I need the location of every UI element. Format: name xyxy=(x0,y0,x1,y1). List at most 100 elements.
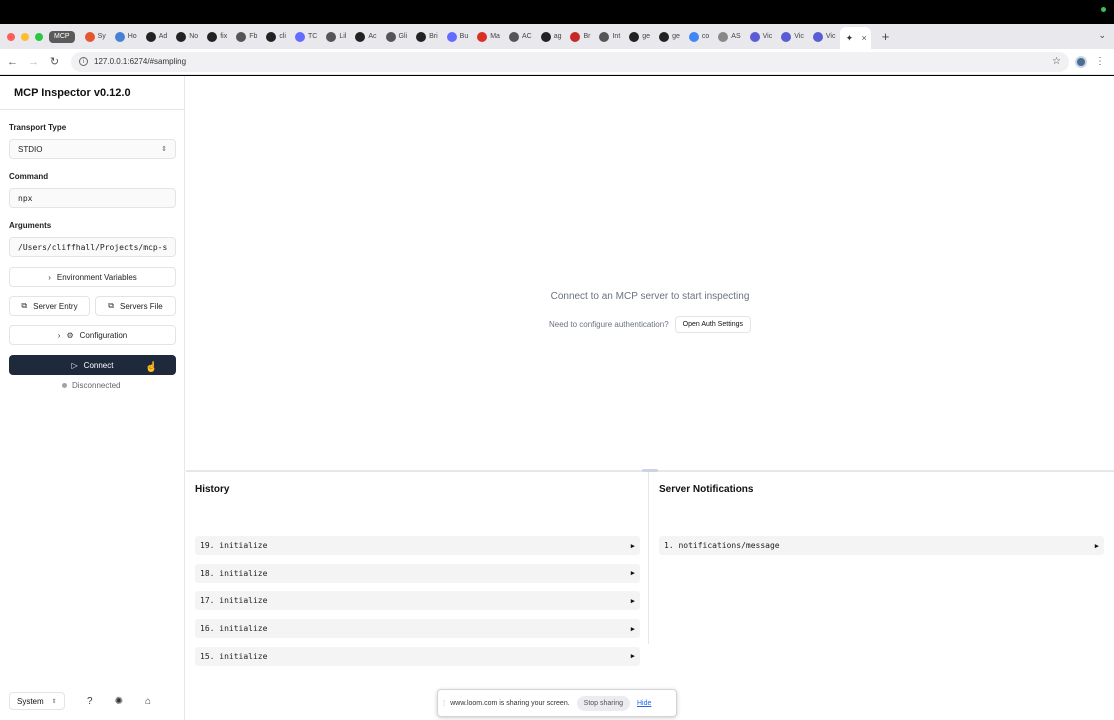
tab-menu-icon[interactable]: ⌄ xyxy=(1098,30,1106,41)
copy-icon: ⧉ xyxy=(21,301,28,310)
browser-tab[interactable]: co xyxy=(685,28,713,46)
screen-share-banner: ⁞ www.loom.com is sharing your screen. S… xyxy=(437,689,677,717)
browser-tab[interactable]: Ma xyxy=(473,28,504,46)
auth-prompt: Need to configure authentication? xyxy=(549,320,669,329)
history-item-label: 19. initialize xyxy=(200,541,268,550)
history-item[interactable]: 19. initialize ▶ xyxy=(195,536,640,555)
browser-tab[interactable]: Vic xyxy=(809,28,840,46)
command-input[interactable]: npx xyxy=(9,188,176,208)
bookmark-star-icon[interactable]: ☆ xyxy=(1052,56,1061,67)
github-icon[interactable]: ⌂ xyxy=(145,696,151,707)
vite-icon xyxy=(446,31,457,42)
reload-icon[interactable]: ↻ xyxy=(44,55,65,68)
site-info-icon[interactable]: i xyxy=(79,57,88,66)
chevron-right-icon: › xyxy=(57,330,61,340)
forward-icon[interactable]: → xyxy=(23,56,44,68)
browser-tab[interactable]: Bri xyxy=(412,28,442,46)
arguments-label: Arguments xyxy=(9,221,52,230)
browser-tab[interactable]: No xyxy=(172,28,202,46)
gear-icon: ⚙ xyxy=(66,330,74,340)
server-entry-button[interactable]: ⧉ Server Entry xyxy=(9,296,90,316)
theme-select[interactable]: System ⇕ xyxy=(9,692,65,710)
globe-icon: ✦ xyxy=(844,32,855,43)
browser-tab[interactable]: AS xyxy=(714,28,744,46)
browser-tab[interactable]: Lil xyxy=(322,28,350,46)
browser-tab-label: AC xyxy=(521,33,532,40)
url-input[interactable]: i 127.0.0.1:6274/#sampling ☆ xyxy=(71,51,1069,72)
github-icon xyxy=(659,31,670,42)
transport-type-select[interactable]: STDIO ⇕ xyxy=(9,139,176,159)
bug-icon[interactable]: ✺ xyxy=(115,696,123,707)
history-panel: History 19. initialize ▶ 18. initialize ▶ 17… xyxy=(186,472,649,666)
server-notifications-panel: Server Notifications 1. notifications/me… xyxy=(650,472,1114,644)
sidebar-footer: System ⇕ ? ✺ ⌂ xyxy=(9,691,169,711)
command-label: Command xyxy=(9,172,49,181)
back-icon[interactable]: ← xyxy=(2,56,23,68)
browser-tab[interactable]: Int xyxy=(595,28,624,46)
history-item[interactable]: 18. initialize ▶ xyxy=(195,563,640,583)
history-item[interactable]: 17. initialize ▶ xyxy=(195,591,640,611)
browser-tab-label: Ho xyxy=(127,33,137,40)
history-item[interactable]: 15. initialize ▶ xyxy=(195,646,640,666)
expand-arrow-icon: ▶ xyxy=(630,569,635,578)
browser-tab[interactable]: Ad xyxy=(142,28,172,46)
hide-link[interactable]: Hide xyxy=(637,700,651,707)
browser-tab-label: Fb xyxy=(249,33,258,40)
environment-variables-button[interactable]: › Environment Variables xyxy=(9,267,176,287)
pin-icon xyxy=(599,31,610,42)
browser-tab[interactable]: ge xyxy=(625,28,654,46)
pinned-tab-mcp[interactable]: MCP xyxy=(49,30,75,43)
github-icon xyxy=(145,31,156,42)
profile-avatar[interactable] xyxy=(1075,55,1087,68)
browser-tab[interactable]: Gli xyxy=(382,28,412,46)
arguments-value: /Users/cliffhall/Projects/mcp-s xyxy=(18,242,168,252)
browser-tab[interactable]: Ac xyxy=(351,28,380,46)
browser-tab[interactable]: TC xyxy=(291,28,321,46)
open-auth-settings-button[interactable]: Open Auth Settings xyxy=(674,316,751,333)
new-tab-icon[interactable]: + xyxy=(882,29,890,44)
close-window-icon[interactable] xyxy=(7,32,15,41)
arguments-input[interactable]: /Users/cliffhall/Projects/mcp-s xyxy=(9,237,176,257)
browser-tab[interactable]: ag xyxy=(537,28,566,46)
github-icon xyxy=(266,31,277,42)
browser-tab[interactable]: Vic xyxy=(777,28,808,46)
maximize-window-icon[interactable] xyxy=(35,32,43,41)
history-title: History xyxy=(195,484,230,495)
history-item-label: 17. initialize xyxy=(200,596,268,606)
expand-arrow-icon: ▶ xyxy=(630,596,635,605)
url-text: 127.0.0.1:6274/#sampling xyxy=(94,57,187,66)
tab-active[interactable]: ✦ × xyxy=(840,27,871,49)
connection-status: Disconnected xyxy=(62,381,120,390)
browser-tab[interactable]: cli xyxy=(262,28,290,46)
browser-tab[interactable]: Fb xyxy=(232,28,261,46)
browser-tab[interactable]: AC xyxy=(505,28,536,46)
browser-tab[interactable]: Vic xyxy=(746,28,777,46)
github-icon xyxy=(176,31,187,42)
close-tab-icon[interactable]: × xyxy=(861,33,866,43)
browser-tab[interactable]: ge xyxy=(655,28,684,46)
browser-menu-icon[interactable]: ⋮ xyxy=(1095,56,1105,67)
servers-file-button[interactable]: ⧉ Servers File xyxy=(95,296,176,316)
browser-tab[interactable]: fix xyxy=(203,28,231,46)
browser-tab-label: Vic xyxy=(794,33,804,40)
stop-sharing-button[interactable]: Stop sharing xyxy=(576,695,630,711)
history-item[interactable]: 16. initialize ▶ xyxy=(195,619,640,639)
configuration-button[interactable]: › ⚙ Configuration xyxy=(9,325,176,345)
browser-tab[interactable]: Br xyxy=(566,28,594,46)
connect-label: Connect xyxy=(83,360,114,370)
history-item-label: 18. initialize xyxy=(200,568,268,578)
browser-tab[interactable]: Ho xyxy=(111,28,141,46)
drag-handle-icon[interactable]: ⁞ xyxy=(443,699,445,708)
history-item-label: 16. initialize xyxy=(200,624,268,634)
server-notifications-title: Server Notifications xyxy=(659,484,754,495)
notification-item[interactable]: 1. notifications/message ▶ xyxy=(659,536,1104,555)
browser-tab-label: Ac xyxy=(368,33,377,40)
github-icon xyxy=(207,31,218,42)
browser-tab[interactable]: Bu xyxy=(443,28,473,46)
browser-tab[interactable]: Sy xyxy=(81,28,110,46)
browser-tab-label: co xyxy=(701,33,710,40)
minimize-window-icon[interactable] xyxy=(21,32,29,41)
browser-tab-label: cli xyxy=(279,33,286,40)
chrome-icon xyxy=(508,31,519,42)
help-icon[interactable]: ? xyxy=(87,696,93,707)
